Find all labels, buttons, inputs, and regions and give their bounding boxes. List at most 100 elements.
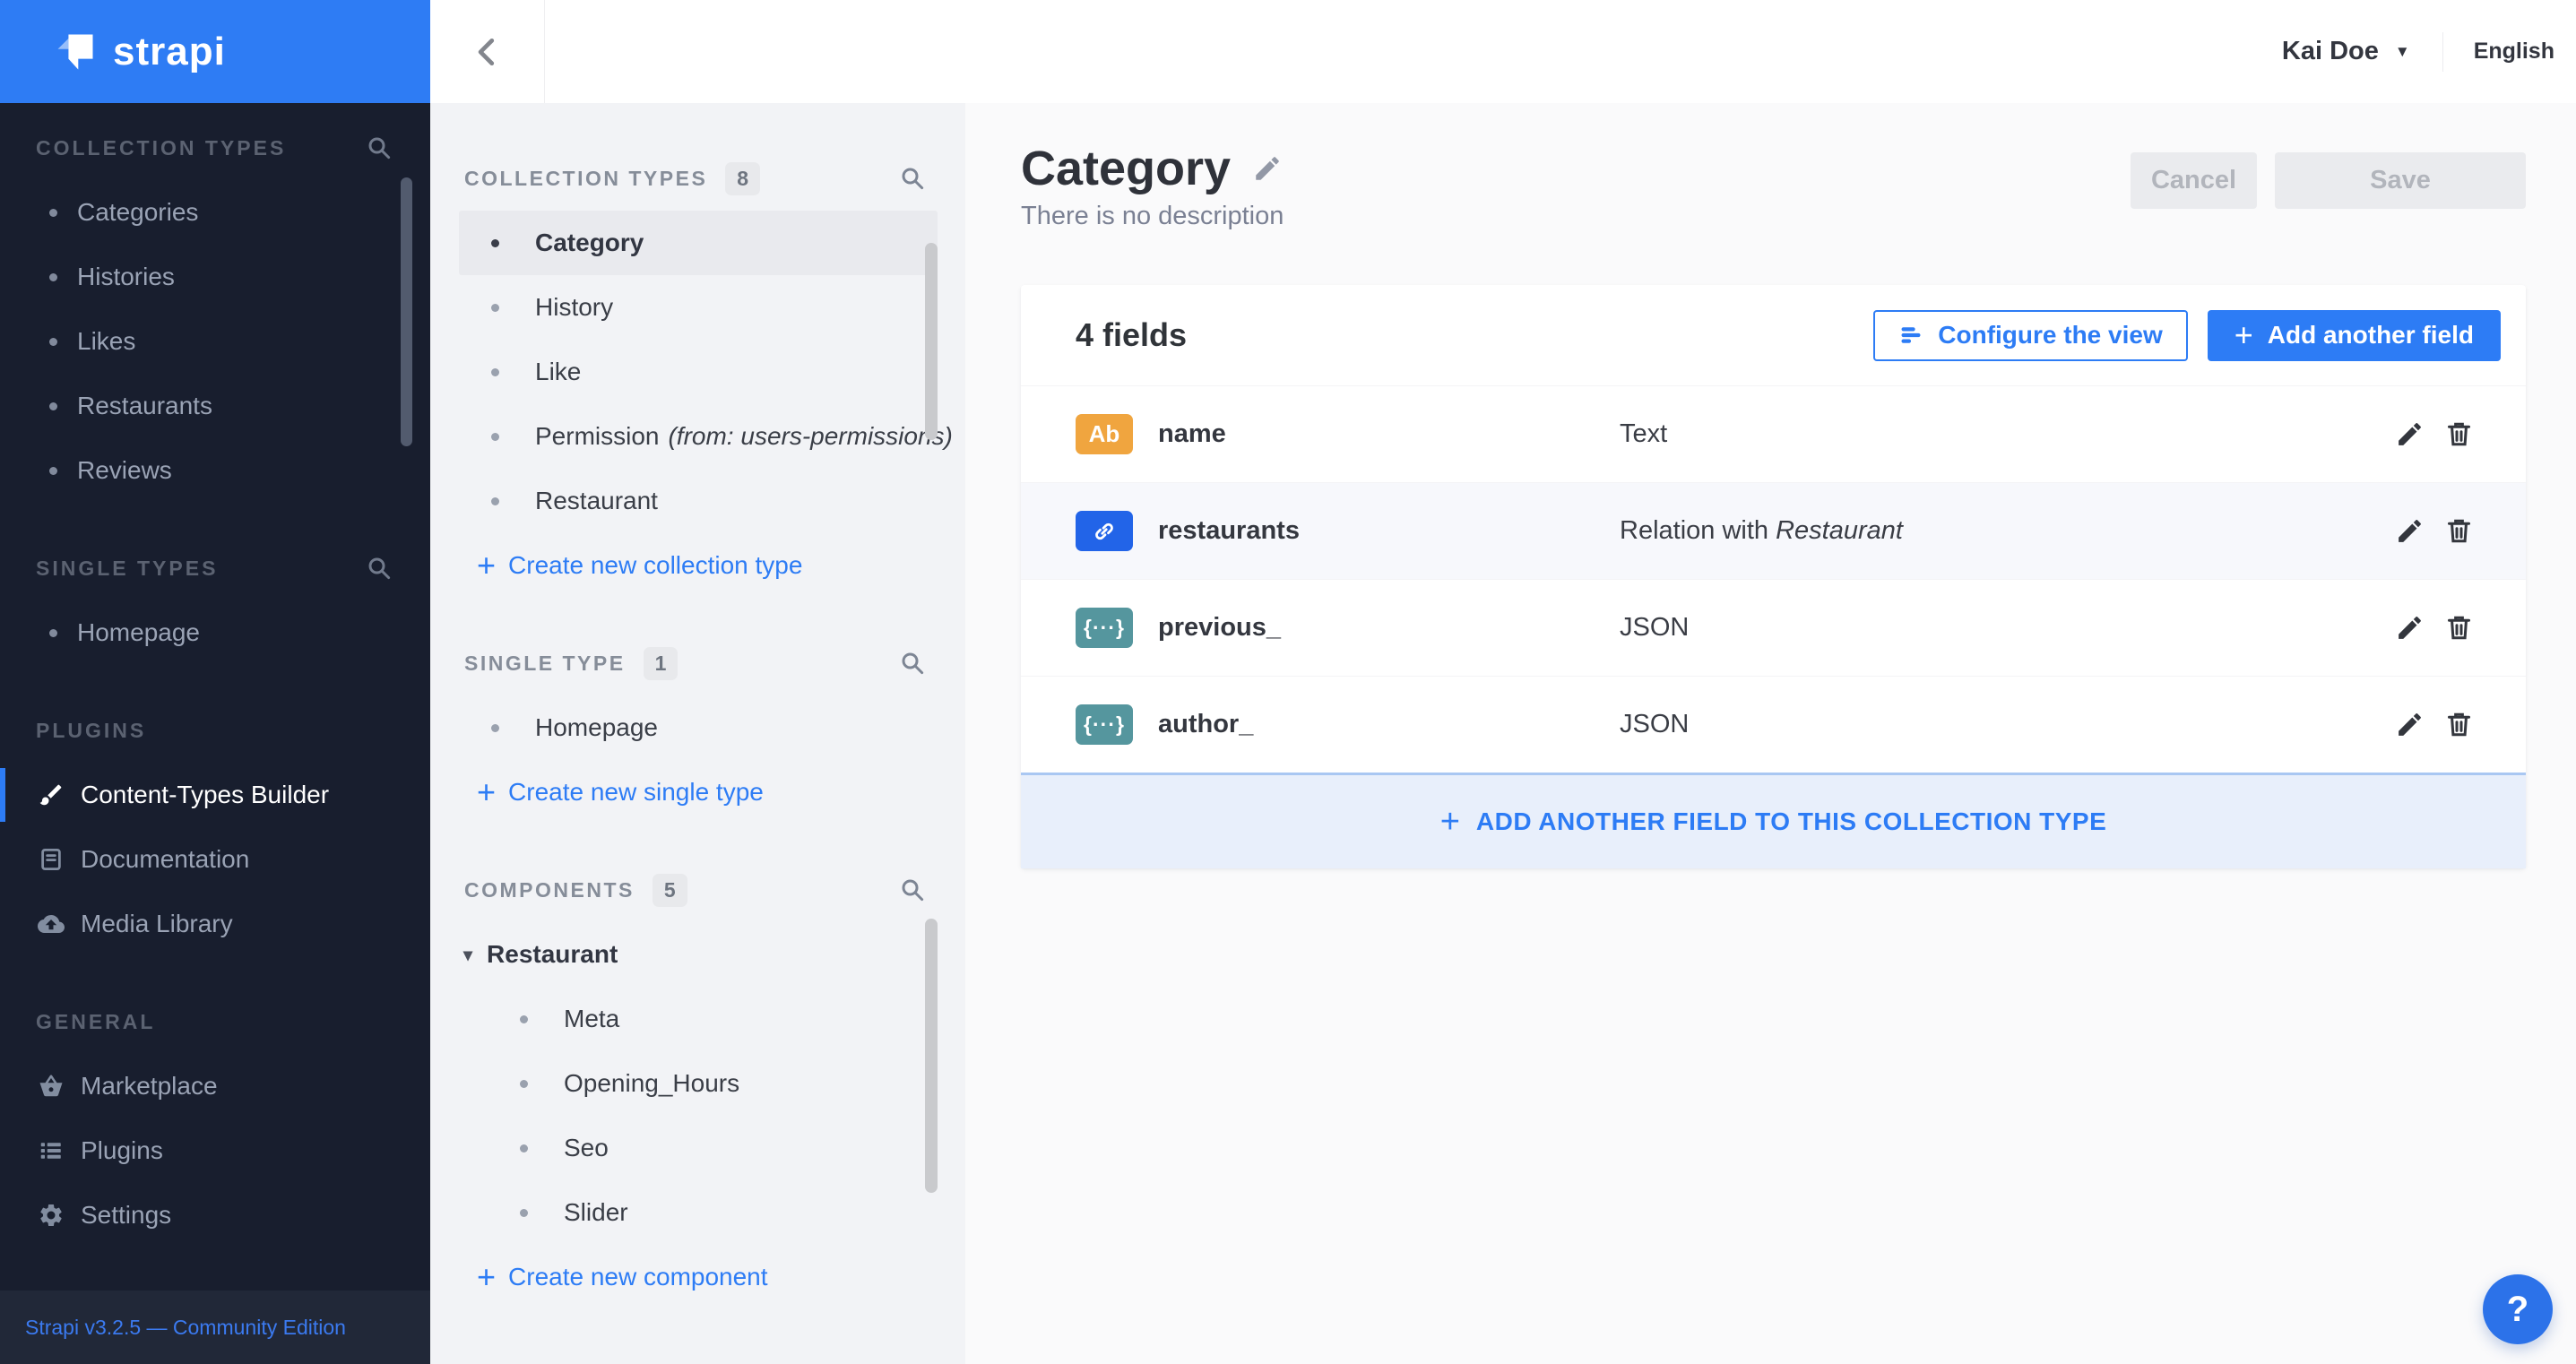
sidebar-item-restaurants[interactable]: Restaurants — [0, 374, 430, 438]
delete-field-button[interactable] — [2444, 419, 2474, 449]
subnav-item-seo[interactable]: Seo — [430, 1116, 965, 1180]
component-category-restaurant[interactable]: ▾ Restaurant — [430, 922, 965, 987]
main-nav: COLLECTION TYPES Categories Histories Li… — [0, 103, 430, 1247]
subnav-item-meta[interactable]: Meta — [430, 987, 965, 1051]
configure-view-icon — [1901, 327, 1921, 343]
pencil-icon — [2399, 713, 2421, 736]
subnav-item-restaurant[interactable]: Restaurant — [430, 469, 965, 533]
row-actions — [2395, 419, 2474, 449]
field-row-restaurants[interactable]: restaurants Relation with Restaurant — [1021, 482, 2526, 579]
create-collection-type-link[interactable]: + Create new collection type — [430, 533, 802, 598]
sidebar-item-histories[interactable]: Histories — [0, 245, 430, 309]
section-title: SINGLE TYPES — [36, 556, 219, 580]
create-single-type-link[interactable]: + Create new single type — [430, 760, 764, 824]
sidebar-item-documentation[interactable]: Documentation — [0, 827, 430, 892]
subnav-item-label: Opening_Hours — [564, 1069, 740, 1097]
create-component-link[interactable]: + Create new component — [430, 1245, 768, 1309]
sidebar-item-label: Settings — [81, 1201, 172, 1229]
brush-icon — [38, 781, 65, 808]
bullet-dot — [520, 1144, 528, 1152]
sidebar-item-plugins[interactable]: Plugins — [0, 1118, 430, 1183]
bullet-dot — [491, 432, 499, 441]
plus-icon: + — [477, 1258, 497, 1295]
cancel-button[interactable]: Cancel — [2131, 152, 2257, 209]
back-button[interactable] — [430, 0, 545, 103]
subnav-scrollbar[interactable] — [925, 243, 938, 440]
count-badge: 1 — [643, 646, 679, 680]
components-scrollbar[interactable] — [925, 919, 938, 1193]
sidebar-item-homepage[interactable]: Homepage — [0, 600, 430, 665]
user-menu[interactable]: Kai Doe ▼ — [2282, 37, 2410, 66]
field-row-author[interactable]: {···} author_ JSON — [1021, 676, 2526, 773]
main-content: Category There is no description Cancel … — [965, 103, 2576, 1364]
subnav-item-label: Like — [535, 358, 582, 385]
brand-name: strapi — [113, 29, 226, 73]
fields-card: 4 fields Configure the view + Add anothe… — [1021, 285, 2526, 868]
field-row-previous[interactable]: {···} previous_ JSON — [1021, 579, 2526, 676]
page-title: Category — [1021, 142, 1232, 195]
builder-subnav: COLLECTION TYPES 8 Category History Like… — [430, 103, 965, 1364]
edit-field-button[interactable] — [2395, 613, 2425, 643]
bullet-dot — [491, 496, 499, 505]
field-type: JSON — [1620, 710, 1690, 738]
delete-field-button[interactable] — [2444, 613, 2474, 643]
sidebar-item-settings[interactable]: Settings — [0, 1183, 430, 1247]
bullet-dot — [49, 208, 57, 217]
add-another-field-button[interactable]: + Add another field — [2207, 309, 2501, 361]
component-category-label: Restaurant — [487, 940, 618, 968]
subnav-item-category[interactable]: Category — [459, 211, 938, 275]
subnav-item-like[interactable]: Like — [430, 340, 965, 404]
sidebar-item-likes[interactable]: Likes — [0, 309, 430, 374]
bullet-dot — [520, 1014, 528, 1023]
sidebar-item-marketplace[interactable]: Marketplace — [0, 1054, 430, 1118]
topbar-right: Kai Doe ▼ English — [2282, 31, 2576, 72]
sidebar-item-label: Content-Types Builder — [81, 781, 330, 808]
delete-field-button[interactable] — [2444, 516, 2474, 546]
trash-icon — [2447, 712, 2471, 737]
help-button[interactable]: ? — [2483, 1274, 2553, 1344]
save-button[interactable]: Save — [2275, 152, 2526, 209]
field-type: JSON — [1620, 613, 1690, 642]
strapi-logo-icon — [57, 34, 93, 69]
search-icon[interactable] — [899, 876, 926, 903]
delete-field-button[interactable] — [2444, 710, 2474, 739]
field-type: Text — [1620, 419, 1668, 448]
strapi-logo[interactable]: strapi — [0, 0, 430, 103]
subnav-item-permission[interactable]: Permission (from: users-permissions) — [430, 404, 965, 469]
subnav-item-homepage[interactable]: Homepage — [430, 695, 965, 760]
trash-icon — [2447, 519, 2471, 543]
sidebar-item-media-library[interactable]: Media Library — [0, 892, 430, 956]
bullet-dot — [491, 303, 499, 312]
search-icon[interactable] — [899, 650, 926, 677]
content-row: COLLECTION TYPES 8 Category History Like… — [430, 103, 2576, 1364]
field-row-name[interactable]: Ab name Text — [1021, 385, 2526, 482]
topbar: Kai Doe ▼ English — [430, 0, 2576, 103]
search-icon[interactable] — [899, 165, 926, 192]
search-icon[interactable] — [366, 134, 393, 161]
sidebar-item-label: Reviews — [77, 456, 172, 484]
subnav-item-history[interactable]: History — [430, 275, 965, 340]
configure-view-button[interactable]: Configure the view — [1873, 309, 2188, 361]
subnav-item-slider[interactable]: Slider — [430, 1180, 965, 1245]
edit-field-button[interactable] — [2395, 516, 2425, 546]
chevron-left-icon — [478, 38, 494, 65]
caret-down-icon: ▼ — [2394, 42, 2410, 60]
search-icon[interactable] — [366, 555, 393, 582]
sidebar-item-reviews[interactable]: Reviews — [0, 438, 430, 503]
sidebar-item-label: Marketplace — [81, 1072, 218, 1100]
plus-icon: + — [2234, 316, 2253, 353]
sidebar-scrollbar[interactable] — [401, 177, 412, 446]
version-link[interactable]: Strapi v3.2.5 — Community Edition — [25, 1316, 346, 1340]
sidebar-item-label: Homepage — [77, 618, 200, 646]
edit-field-button[interactable] — [2395, 710, 2425, 739]
sidebar-item-content-types-builder[interactable]: Content-Types Builder — [0, 763, 430, 827]
subnav-item-opening-hours[interactable]: Opening_Hours — [430, 1051, 965, 1116]
edit-title-button[interactable] — [1252, 153, 1283, 184]
sidebar-item-categories[interactable]: Categories — [0, 180, 430, 245]
edit-field-button[interactable] — [2395, 419, 2425, 449]
row-actions — [2395, 710, 2474, 739]
sidebar-item-label: Likes — [77, 327, 136, 355]
add-field-to-collection-button[interactable]: + ADD ANOTHER FIELD TO THIS COLLECTION T… — [1021, 773, 2526, 868]
language-selector[interactable]: English — [2474, 39, 2554, 65]
sidebar-item-label: Plugins — [81, 1136, 163, 1164]
